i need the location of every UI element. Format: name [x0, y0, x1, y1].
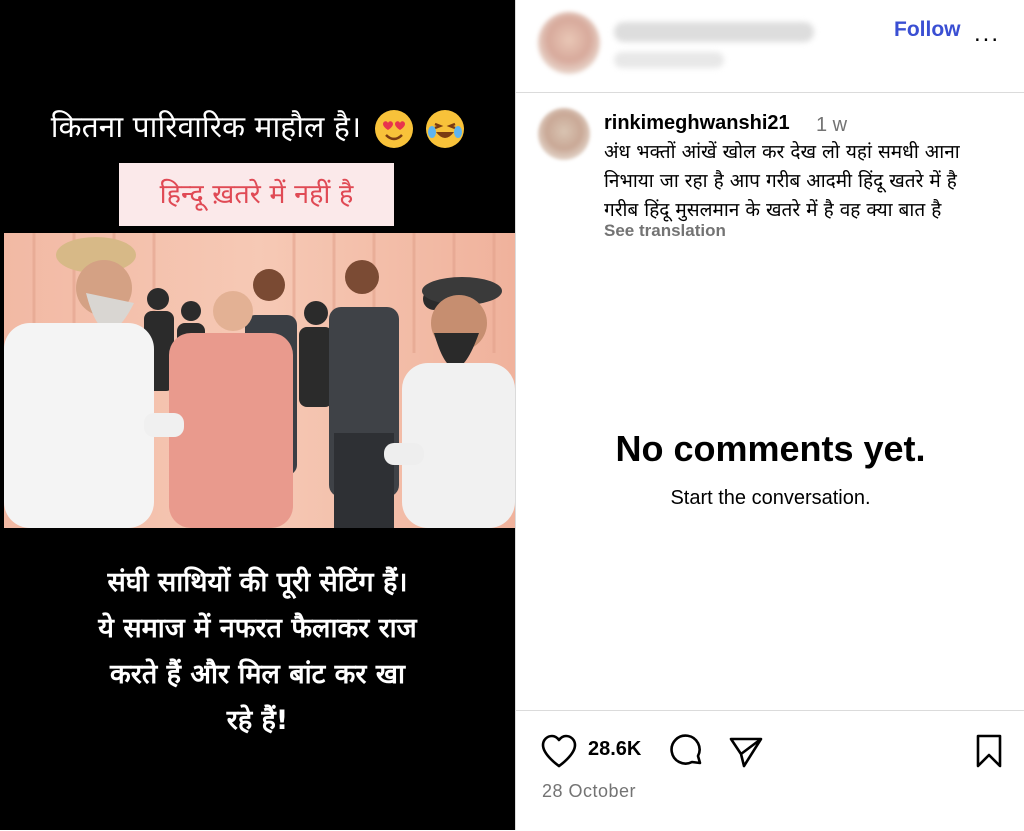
- comment-line: निभाया जा रहा है आप गरीब आदमी हिंदू खतरे…: [604, 170, 957, 192]
- author-avatar[interactable]: [538, 12, 600, 74]
- share-icon[interactable]: [728, 735, 764, 774]
- caption-line: ये समाज में नफरत फैलाकर राज: [98, 613, 417, 644]
- post-date: 28 October: [542, 781, 637, 801]
- commenter-avatar[interactable]: [538, 108, 590, 160]
- caption-line: करते हैं और मिल बांट कर खा: [110, 659, 405, 690]
- heart-eyes-emoji-icon: [374, 109, 413, 148]
- banner: हिन्दू ख़तरे में नहीं है: [119, 163, 394, 226]
- caption-line: रहे हैं!: [226, 705, 289, 736]
- post-header: Follow ...: [516, 0, 1024, 93]
- photo-scene: [4, 233, 515, 528]
- action-bar: 28.6K 28 October: [516, 710, 1024, 831]
- heart-icon[interactable]: [540, 733, 578, 774]
- laughing-emoji-icon: [426, 109, 465, 148]
- see-translation-link[interactable]: See translation: [604, 221, 726, 241]
- likes-count[interactable]: 28.6K: [588, 738, 641, 761]
- author-name-blurred[interactable]: [614, 22, 814, 42]
- no-comments-title: No comments yet.: [615, 428, 926, 469]
- comment-text: अंध भक्तों आंखें खोल कर देख लो यहां समधी…: [604, 138, 1019, 225]
- caption-line: संघी साथियों की पूरी सेटिंग हैं।: [107, 567, 408, 598]
- comments-panel: Follow ... rinkimeghwanshi21 1 w अंध भक्…: [515, 0, 1024, 830]
- no-comments-subtitle: Start the conversation.: [670, 487, 871, 509]
- comment-icon[interactable]: [668, 733, 704, 774]
- commenter-username[interactable]: rinkimeghwanshi21: [604, 112, 790, 135]
- caption-top: कितना पारिवारिक माहौल है।: [0, 100, 515, 156]
- author-subtitle-blurred: [614, 52, 724, 68]
- more-options-icon[interactable]: ...: [974, 22, 1000, 46]
- post-image[interactable]: कितना पारिवारिक माहौल है। हिन्दू ख़तरे म…: [0, 0, 515, 830]
- comment-line: अंध भक्तों आंखें खोल कर देख लो यहां समधी…: [604, 141, 960, 163]
- caption-bottom: संघी साथियों की पूरी सेटिंग हैं। ये समाज…: [0, 560, 515, 744]
- follow-button[interactable]: Follow: [894, 18, 961, 42]
- caption-top-text: कितना पारिवारिक माहौल है।: [50, 110, 362, 145]
- bookmark-icon[interactable]: [974, 733, 1004, 774]
- comment-time: 1 w: [816, 114, 848, 136]
